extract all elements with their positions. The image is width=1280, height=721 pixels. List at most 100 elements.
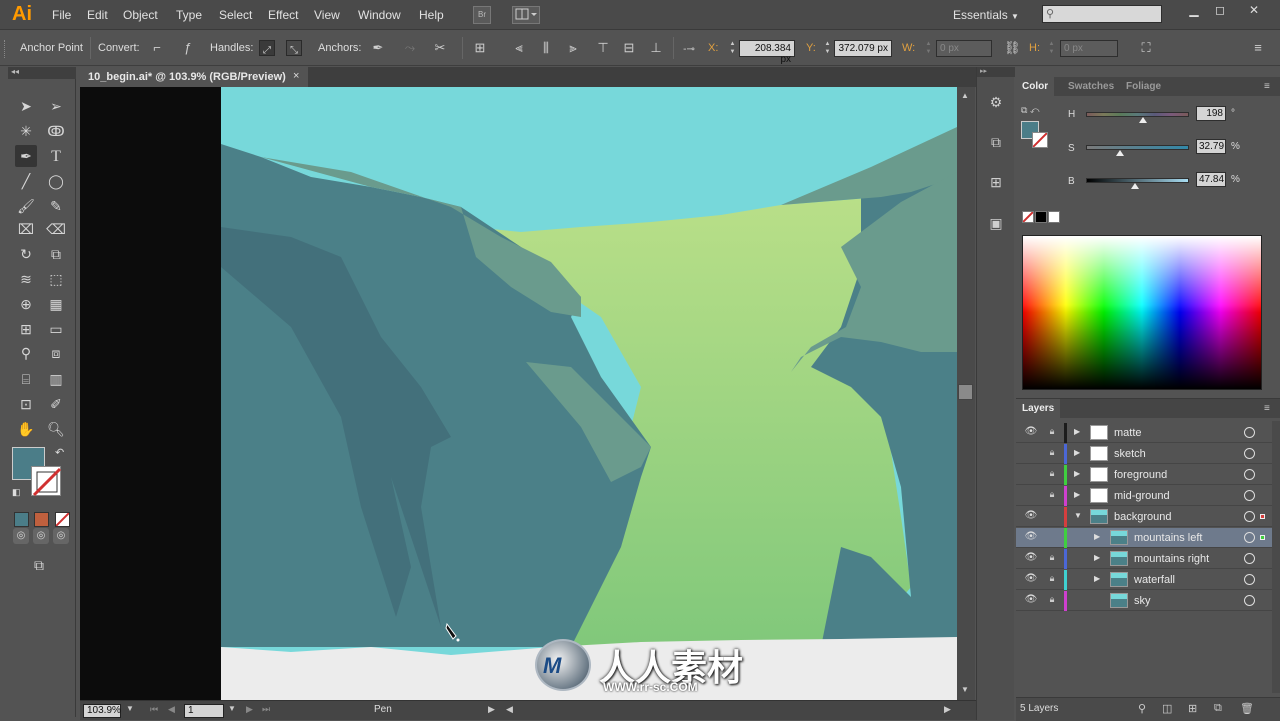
target-circle-icon[interactable]: [1244, 595, 1255, 606]
gradient-tool[interactable]: ▭: [45, 318, 67, 340]
selection-indicator[interactable]: [1260, 535, 1265, 540]
gradient-panel-icon[interactable]: ▣: [986, 215, 1006, 233]
type-tool[interactable]: T: [45, 145, 67, 167]
eyedropper-tool[interactable]: ⚲: [15, 342, 37, 364]
layer-name[interactable]: matte: [1114, 427, 1142, 439]
panel-menu-icon[interactable]: ≡: [1264, 81, 1270, 92]
none-mode-button[interactable]: [55, 512, 70, 527]
artboard[interactable]: [221, 87, 957, 700]
hue-slider[interactable]: [1086, 112, 1189, 117]
dock-collapse-button[interactable]: ▸▸: [977, 67, 1015, 77]
transform-panel-icon[interactable]: ⊞: [986, 174, 1006, 192]
artboard-dropdown-icon[interactable]: ▼: [228, 704, 236, 713]
lock-icon[interactable]: 🔒︎: [1046, 573, 1058, 586]
layer-row[interactable]: 🔒︎ ▶ foreground: [1016, 465, 1272, 485]
default-colors-icon[interactable]: ◧: [12, 487, 21, 498]
menu-help[interactable]: Help: [419, 8, 444, 22]
saturation-slider[interactable]: [1086, 145, 1189, 150]
rotate-tool[interactable]: ↻: [15, 243, 37, 265]
scroll-up-icon[interactable]: ▲: [961, 91, 969, 100]
none-color-swatch[interactable]: [1022, 211, 1034, 223]
lock-icon[interactable]: 🔒︎: [1046, 489, 1058, 502]
appearance-panel-icon[interactable]: ⚙: [986, 94, 1006, 112]
control-menu-button[interactable]: ≡: [1250, 40, 1266, 56]
pasteboard[interactable]: M 人人素材 WWW.rr-sc.COM: [80, 87, 957, 700]
make-clipping-mask-icon[interactable]: ◫: [1162, 702, 1172, 715]
lock-icon[interactable]: [1046, 510, 1058, 523]
saturation-slider-thumb[interactable]: [1115, 150, 1124, 156]
tab-layers[interactable]: Layers: [1016, 399, 1060, 418]
next-artboard-icon[interactable]: ▶: [246, 704, 253, 715]
visibility-eye-icon[interactable]: 👁︎: [1024, 573, 1038, 586]
visibility-eye-icon[interactable]: 👁︎: [1024, 510, 1038, 523]
vertical-scrollbar[interactable]: ▲ ▼: [957, 87, 975, 700]
pathfinder-panel-icon[interactable]: ⧉: [986, 134, 1006, 152]
free-transform-tool[interactable]: ⬚: [45, 268, 67, 290]
layer-row[interactable]: 👁︎ 🔒︎ sky: [1016, 591, 1272, 611]
align-middle-button[interactable]: ⊟: [621, 40, 637, 56]
pen-tool[interactable]: ✒: [15, 145, 37, 167]
tab-color[interactable]: Color: [1016, 77, 1055, 96]
lock-icon[interactable]: 🔒︎: [1046, 468, 1058, 481]
minimize-button[interactable]: ▁: [1185, 3, 1203, 17]
target-circle-icon[interactable]: [1244, 574, 1255, 585]
mesh-tool[interactable]: ⊞: [15, 318, 37, 340]
menu-select[interactable]: Select: [219, 8, 252, 22]
lock-icon[interactable]: 🔒︎: [1046, 426, 1058, 439]
draw-behind-button[interactable]: ◎: [33, 528, 49, 544]
hue-slider-thumb[interactable]: [1138, 117, 1147, 123]
menu-file[interactable]: File: [52, 8, 71, 22]
delete-layer-icon[interactable]: 🗑︎: [1240, 702, 1254, 715]
brightness-field[interactable]: 47.84: [1196, 172, 1226, 187]
color-spectrum[interactable]: [1022, 235, 1262, 390]
selection-tool[interactable]: ➤: [15, 95, 37, 117]
layer-name[interactable]: waterfall: [1134, 574, 1175, 586]
visibility-eye-icon[interactable]: [1024, 447, 1038, 460]
menu-type[interactable]: Type: [176, 8, 202, 22]
locate-object-icon[interactable]: ⚲: [1138, 702, 1146, 715]
prev-artboard-icon[interactable]: ◀: [168, 704, 175, 715]
line-tool[interactable]: ╱: [15, 170, 37, 192]
align-bottom-button[interactable]: ⊥: [648, 40, 664, 56]
scroll-left-icon[interactable]: ◀: [506, 704, 513, 715]
brightness-slider-thumb[interactable]: [1131, 183, 1140, 189]
draw-normal-button[interactable]: ◎: [13, 528, 29, 544]
layer-row[interactable]: 👁︎ 🔒︎ ▶ matte: [1016, 423, 1272, 443]
w-stepper[interactable]: ▲ ▼: [924, 40, 933, 57]
show-handles-button[interactable]: ⤢: [259, 40, 275, 56]
x-field[interactable]: 208.384 px: [739, 40, 795, 65]
artboard-number-field[interactable]: 1: [184, 704, 224, 718]
layer-row[interactable]: 👁︎ 🔒︎ ▶ waterfall: [1016, 570, 1272, 590]
layer-row[interactable]: 🔒︎ ▶ mid-ground: [1016, 486, 1272, 506]
hand-tool[interactable]: ✋: [15, 418, 37, 440]
menu-view[interactable]: View: [314, 8, 340, 22]
layer-name[interactable]: sketch: [1114, 448, 1146, 460]
lock-icon[interactable]: 🔒︎: [1046, 447, 1058, 460]
zoom-field[interactable]: 103.9%: [83, 704, 121, 718]
tab-foliage[interactable]: Foliage: [1120, 77, 1168, 96]
new-layer-icon[interactable]: ⧉: [1214, 702, 1222, 715]
lock-icon[interactable]: [1046, 531, 1058, 544]
expand-arrow-icon[interactable]: ▶: [1074, 469, 1080, 478]
menu-window[interactable]: Window: [358, 8, 401, 22]
y-field[interactable]: 372.079 px: [834, 40, 892, 57]
zoom-tool[interactable]: 🔍︎: [45, 418, 67, 440]
slice-tool[interactable]: ✐: [45, 393, 67, 415]
close-document-button[interactable]: ×: [293, 70, 299, 82]
illustration-canvas[interactable]: [221, 87, 957, 700]
h-stepper[interactable]: ▲ ▼: [1047, 40, 1056, 57]
close-window-button[interactable]: ✕: [1245, 3, 1263, 17]
stroke-swatch[interactable]: [31, 466, 62, 497]
align-left-button[interactable]: ⫷: [511, 40, 527, 56]
layer-name[interactable]: sky: [1134, 595, 1151, 607]
mini-fill-stroke-icon[interactable]: ⧉ ↶: [1021, 105, 1040, 116]
grip-handle[interactable]: [4, 40, 8, 58]
draw-inside-button[interactable]: ◎: [53, 528, 69, 544]
cut-path-button[interactable]: ✂: [432, 40, 448, 56]
convert-to-corner-button[interactable]: ⌐: [149, 40, 165, 56]
layers-scrollbar[interactable]: [1272, 421, 1280, 693]
layer-name[interactable]: mountains left: [1134, 532, 1202, 544]
visibility-eye-icon[interactable]: 👁︎: [1024, 552, 1038, 565]
h-field[interactable]: 0 px: [1060, 40, 1118, 57]
symbol-sprayer-tool[interactable]: ⌸: [15, 368, 37, 390]
